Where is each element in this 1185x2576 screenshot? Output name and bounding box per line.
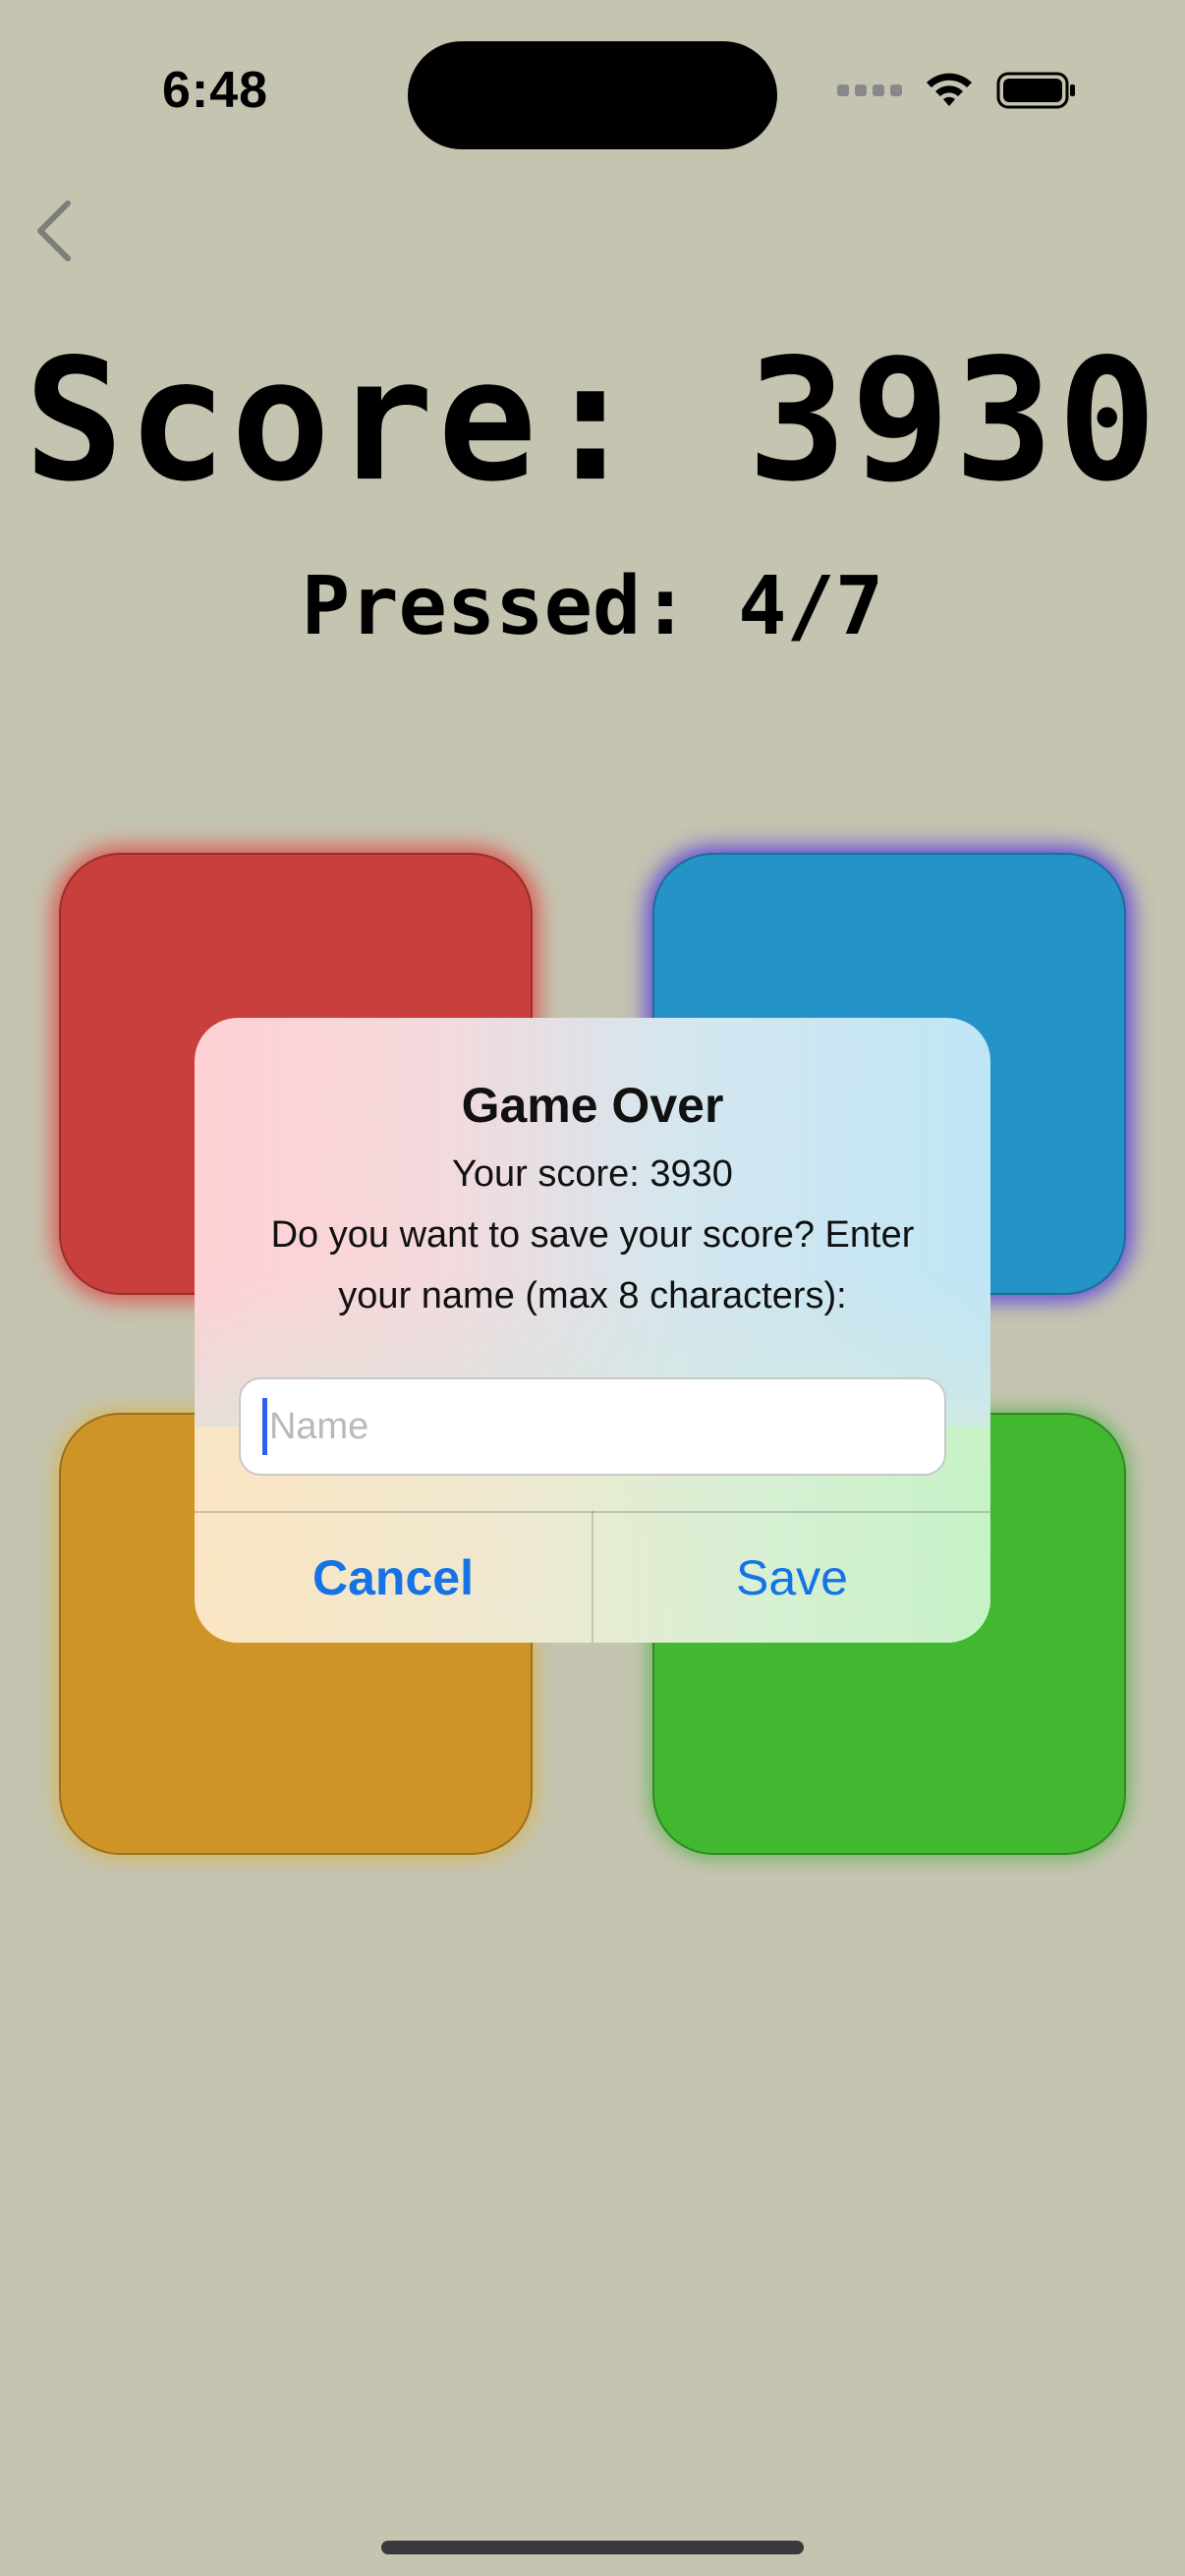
back-button[interactable] (20, 196, 88, 265)
alert-message: Your score: 3930 Do you want to save you… (234, 1144, 951, 1326)
cellular-signal-icon (837, 84, 902, 96)
game-over-alert: Game Over Your score: 3930 Do you want t… (195, 1018, 990, 1643)
text-caret (262, 1398, 267, 1455)
score-title: Score: 3930 (24, 322, 1161, 519)
pressed-counter: Pressed: 4/7 (301, 560, 884, 653)
alert-score-line: Your score: 3930 (452, 1153, 733, 1195)
save-button[interactable]: Save (593, 1513, 990, 1643)
name-input[interactable] (268, 1405, 944, 1448)
game-screen: 6:48 Score: 3930 Pressed: 4/7 Game Over (0, 0, 1185, 2576)
chevron-left-icon (37, 200, 71, 261)
status-icons (837, 71, 1077, 110)
home-indicator[interactable] (381, 2541, 804, 2554)
status-time: 6:48 (162, 62, 269, 119)
wifi-icon (927, 73, 972, 106)
cancel-button[interactable]: Cancel (195, 1513, 592, 1643)
alert-title: Game Over (461, 1078, 724, 1133)
battery-icon (996, 72, 1075, 109)
name-input-field[interactable] (239, 1377, 946, 1476)
alert-prompt-line: Do you want to save your score? Enter yo… (270, 1214, 915, 1316)
dynamic-island (408, 41, 777, 149)
